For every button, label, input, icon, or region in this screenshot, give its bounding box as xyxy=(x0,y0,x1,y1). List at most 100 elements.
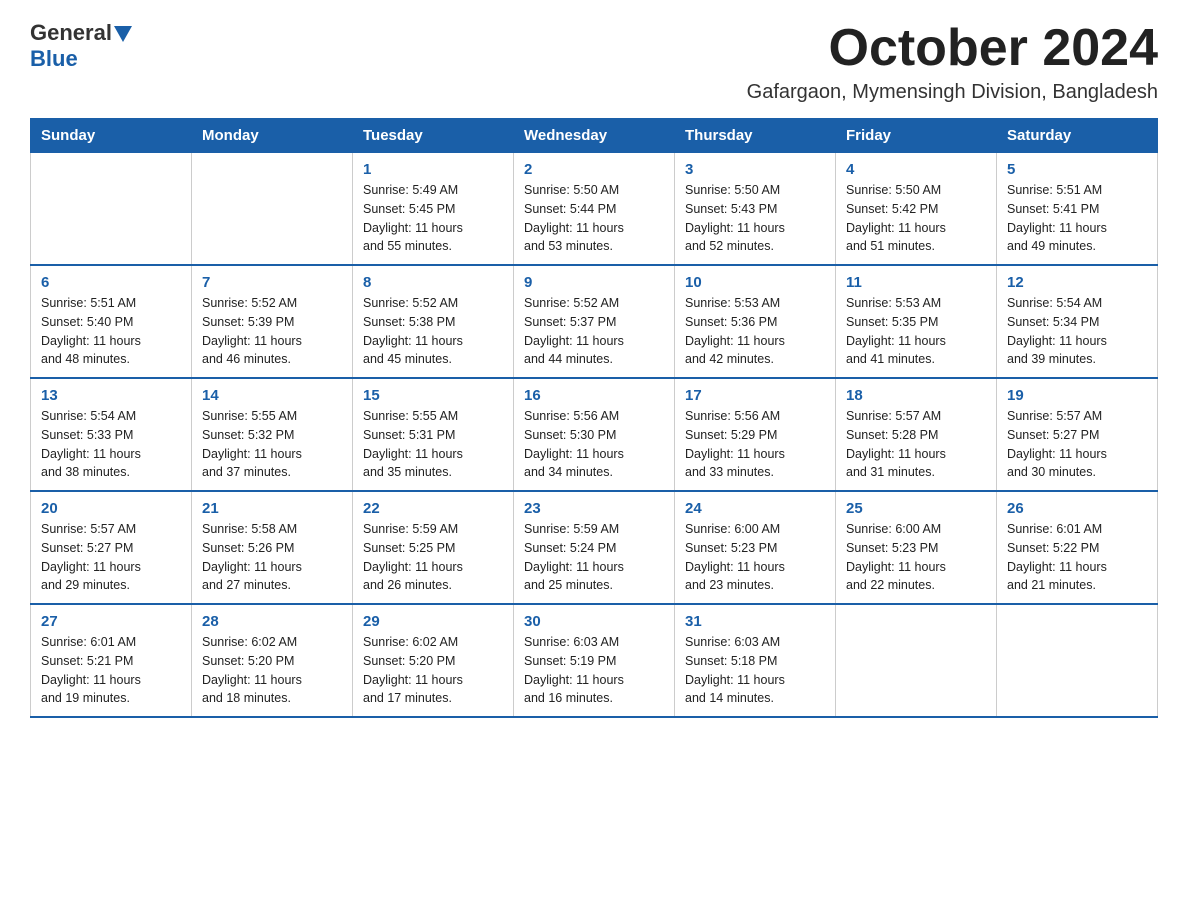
calendar-cell: 12 Sunrise: 5:54 AM Sunset: 5:34 PM Dayli… xyxy=(997,265,1158,378)
day-info: Sunrise: 5:55 AM Sunset: 5:31 PM Dayligh… xyxy=(363,407,503,482)
calendar-cell: 2 Sunrise: 5:50 AM Sunset: 5:44 PM Daylig… xyxy=(514,153,675,266)
day-info: Sunrise: 6:02 AM Sunset: 5:20 PM Dayligh… xyxy=(202,633,342,708)
day-info: Sunrise: 5:59 AM Sunset: 5:25 PM Dayligh… xyxy=(363,520,503,595)
day-number: 29 xyxy=(363,613,503,630)
calendar-cell: 8Sunrise: 5:52 AM Sunset: 5:38 PM Daylig… xyxy=(353,265,514,378)
day-number: 26 xyxy=(1007,500,1147,517)
calendar-cell: 4Sunrise: 5:50 AM Sunset: 5:42 PM Daylig… xyxy=(836,153,997,266)
logo-general-text: General xyxy=(30,20,112,46)
calendar-cell: 13 Sunrise: 5:54 AM Sunset: 5:33 PM Dayli… xyxy=(31,378,192,491)
calendar-cell: 23Sunrise: 5:59 AM Sunset: 5:24 PM Dayli… xyxy=(514,491,675,604)
day-info: Sunrise: 5:50 AM Sunset: 5:43 PM Dayligh… xyxy=(685,181,825,256)
day-number: 1 xyxy=(363,161,503,178)
calendar-cell xyxy=(997,604,1158,717)
page-header: General Blue October 2024 Gafargaon, Mym… xyxy=(30,20,1158,104)
calendar-table: SundayMondayTuesdayWednesdayThursdayFrid… xyxy=(30,118,1158,718)
day-number: 8 xyxy=(363,274,503,291)
weekday-header-saturday: Saturday xyxy=(997,119,1158,153)
calendar-cell: 14 Sunrise: 5:55 AM Sunset: 5:32 PM Dayli… xyxy=(192,378,353,491)
calendar-cell: 29 Sunrise: 6:02 AM Sunset: 5:20 PM Dayli… xyxy=(353,604,514,717)
day-info: Sunrise: 5:59 AM Sunset: 5:24 PM Dayligh… xyxy=(524,520,664,595)
calendar-cell: 31 Sunrise: 6:03 AM Sunset: 5:18 PM Dayli… xyxy=(675,604,836,717)
day-number: 3 xyxy=(685,161,825,178)
day-number: 9 xyxy=(524,274,664,291)
weekday-header-wednesday: Wednesday xyxy=(514,119,675,153)
day-info: Sunrise: 5:55 AM Sunset: 5:32 PM Dayligh… xyxy=(202,407,342,482)
calendar-cell: 20 Sunrise: 5:57 AM Sunset: 5:27 PM Dayli… xyxy=(31,491,192,604)
weekday-header-sunday: Sunday xyxy=(31,119,192,153)
day-info: Sunrise: 5:50 AM Sunset: 5:42 PM Dayligh… xyxy=(846,181,986,256)
month-title: October 2024 xyxy=(747,20,1158,77)
day-info: Sunrise: 6:02 AM Sunset: 5:20 PM Dayligh… xyxy=(363,633,503,708)
day-number: 15 xyxy=(363,387,503,404)
day-number: 31 xyxy=(685,613,825,630)
day-number: 25 xyxy=(846,500,986,517)
day-number: 10 xyxy=(685,274,825,291)
day-info: Sunrise: 6:03 AM Sunset: 5:19 PM Dayligh… xyxy=(524,633,664,708)
day-number: 5 xyxy=(1007,161,1147,178)
weekday-header-thursday: Thursday xyxy=(675,119,836,153)
day-number: 27 xyxy=(41,613,181,630)
location-subtitle: Gafargaon, Mymensingh Division, Banglade… xyxy=(747,81,1158,104)
day-info: Sunrise: 6:01 AM Sunset: 5:22 PM Dayligh… xyxy=(1007,520,1147,595)
day-number: 20 xyxy=(41,500,181,517)
day-info: Sunrise: 5:56 AM Sunset: 5:29 PM Dayligh… xyxy=(685,407,825,482)
day-info: Sunrise: 6:00 AM Sunset: 5:23 PM Dayligh… xyxy=(685,520,825,595)
weekday-header-friday: Friday xyxy=(836,119,997,153)
day-info: Sunrise: 6:00 AM Sunset: 5:23 PM Dayligh… xyxy=(846,520,986,595)
logo-blue-text: Blue xyxy=(30,46,78,71)
day-info: Sunrise: 5:51 AM Sunset: 5:40 PM Dayligh… xyxy=(41,294,181,369)
day-info: Sunrise: 6:03 AM Sunset: 5:18 PM Dayligh… xyxy=(685,633,825,708)
calendar-cell xyxy=(192,153,353,266)
day-info: Sunrise: 5:50 AM Sunset: 5:44 PM Dayligh… xyxy=(524,181,664,256)
day-number: 11 xyxy=(846,274,986,291)
calendar-cell: 6 Sunrise: 5:51 AM Sunset: 5:40 PM Daylig… xyxy=(31,265,192,378)
calendar-week-row: 20 Sunrise: 5:57 AM Sunset: 5:27 PM Dayli… xyxy=(31,491,1158,604)
day-number: 22 xyxy=(363,500,503,517)
day-number: 30 xyxy=(524,613,664,630)
day-info: Sunrise: 6:01 AM Sunset: 5:21 PM Dayligh… xyxy=(41,633,181,708)
day-info: Sunrise: 5:54 AM Sunset: 5:34 PM Dayligh… xyxy=(1007,294,1147,369)
calendar-cell: 28Sunrise: 6:02 AM Sunset: 5:20 PM Dayli… xyxy=(192,604,353,717)
day-number: 7 xyxy=(202,274,342,291)
day-number: 2 xyxy=(524,161,664,178)
calendar-cell: 25 Sunrise: 6:00 AM Sunset: 5:23 PM Dayli… xyxy=(836,491,997,604)
calendar-cell: 26 Sunrise: 6:01 AM Sunset: 5:22 PM Dayli… xyxy=(997,491,1158,604)
weekday-header-tuesday: Tuesday xyxy=(353,119,514,153)
day-number: 19 xyxy=(1007,387,1147,404)
calendar-week-row: 27 Sunrise: 6:01 AM Sunset: 5:21 PM Dayli… xyxy=(31,604,1158,717)
calendar-cell: 17 Sunrise: 5:56 AM Sunset: 5:29 PM Dayli… xyxy=(675,378,836,491)
calendar-cell: 18Sunrise: 5:57 AM Sunset: 5:28 PM Dayli… xyxy=(836,378,997,491)
day-info: Sunrise: 5:49 AM Sunset: 5:45 PM Dayligh… xyxy=(363,181,503,256)
title-block: October 2024 Gafargaon, Mymensingh Divis… xyxy=(747,20,1158,104)
day-info: Sunrise: 5:51 AM Sunset: 5:41 PM Dayligh… xyxy=(1007,181,1147,256)
day-number: 12 xyxy=(1007,274,1147,291)
day-info: Sunrise: 5:57 AM Sunset: 5:27 PM Dayligh… xyxy=(41,520,181,595)
calendar-cell: 16Sunrise: 5:56 AM Sunset: 5:30 PM Dayli… xyxy=(514,378,675,491)
calendar-cell: 5 Sunrise: 5:51 AM Sunset: 5:41 PM Daylig… xyxy=(997,153,1158,266)
day-number: 17 xyxy=(685,387,825,404)
day-number: 13 xyxy=(41,387,181,404)
day-info: Sunrise: 5:53 AM Sunset: 5:36 PM Dayligh… xyxy=(685,294,825,369)
day-number: 18 xyxy=(846,387,986,404)
calendar-week-row: 13 Sunrise: 5:54 AM Sunset: 5:33 PM Dayli… xyxy=(31,378,1158,491)
day-number: 6 xyxy=(41,274,181,291)
day-number: 14 xyxy=(202,387,342,404)
calendar-cell: 9 Sunrise: 5:52 AM Sunset: 5:37 PM Daylig… xyxy=(514,265,675,378)
calendar-cell: 27 Sunrise: 6:01 AM Sunset: 5:21 PM Dayli… xyxy=(31,604,192,717)
calendar-cell xyxy=(836,604,997,717)
logo-triangle-icon xyxy=(114,26,132,42)
calendar-cell: 1 Sunrise: 5:49 AM Sunset: 5:45 PM Daylig… xyxy=(353,153,514,266)
calendar-cell: 10 Sunrise: 5:53 AM Sunset: 5:36 PM Dayli… xyxy=(675,265,836,378)
calendar-cell: 3 Sunrise: 5:50 AM Sunset: 5:43 PM Daylig… xyxy=(675,153,836,266)
calendar-cell: 7Sunrise: 5:52 AM Sunset: 5:39 PM Daylig… xyxy=(192,265,353,378)
weekday-header-monday: Monday xyxy=(192,119,353,153)
calendar-cell: 21Sunrise: 5:58 AM Sunset: 5:26 PM Dayli… xyxy=(192,491,353,604)
day-info: Sunrise: 5:52 AM Sunset: 5:37 PM Dayligh… xyxy=(524,294,664,369)
calendar-cell: 30 Sunrise: 6:03 AM Sunset: 5:19 PM Dayli… xyxy=(514,604,675,717)
day-info: Sunrise: 5:53 AM Sunset: 5:35 PM Dayligh… xyxy=(846,294,986,369)
day-info: Sunrise: 5:54 AM Sunset: 5:33 PM Dayligh… xyxy=(41,407,181,482)
calendar-week-row: 1 Sunrise: 5:49 AM Sunset: 5:45 PM Daylig… xyxy=(31,153,1158,266)
calendar-week-row: 6 Sunrise: 5:51 AM Sunset: 5:40 PM Daylig… xyxy=(31,265,1158,378)
calendar-cell: 24Sunrise: 6:00 AM Sunset: 5:23 PM Dayli… xyxy=(675,491,836,604)
